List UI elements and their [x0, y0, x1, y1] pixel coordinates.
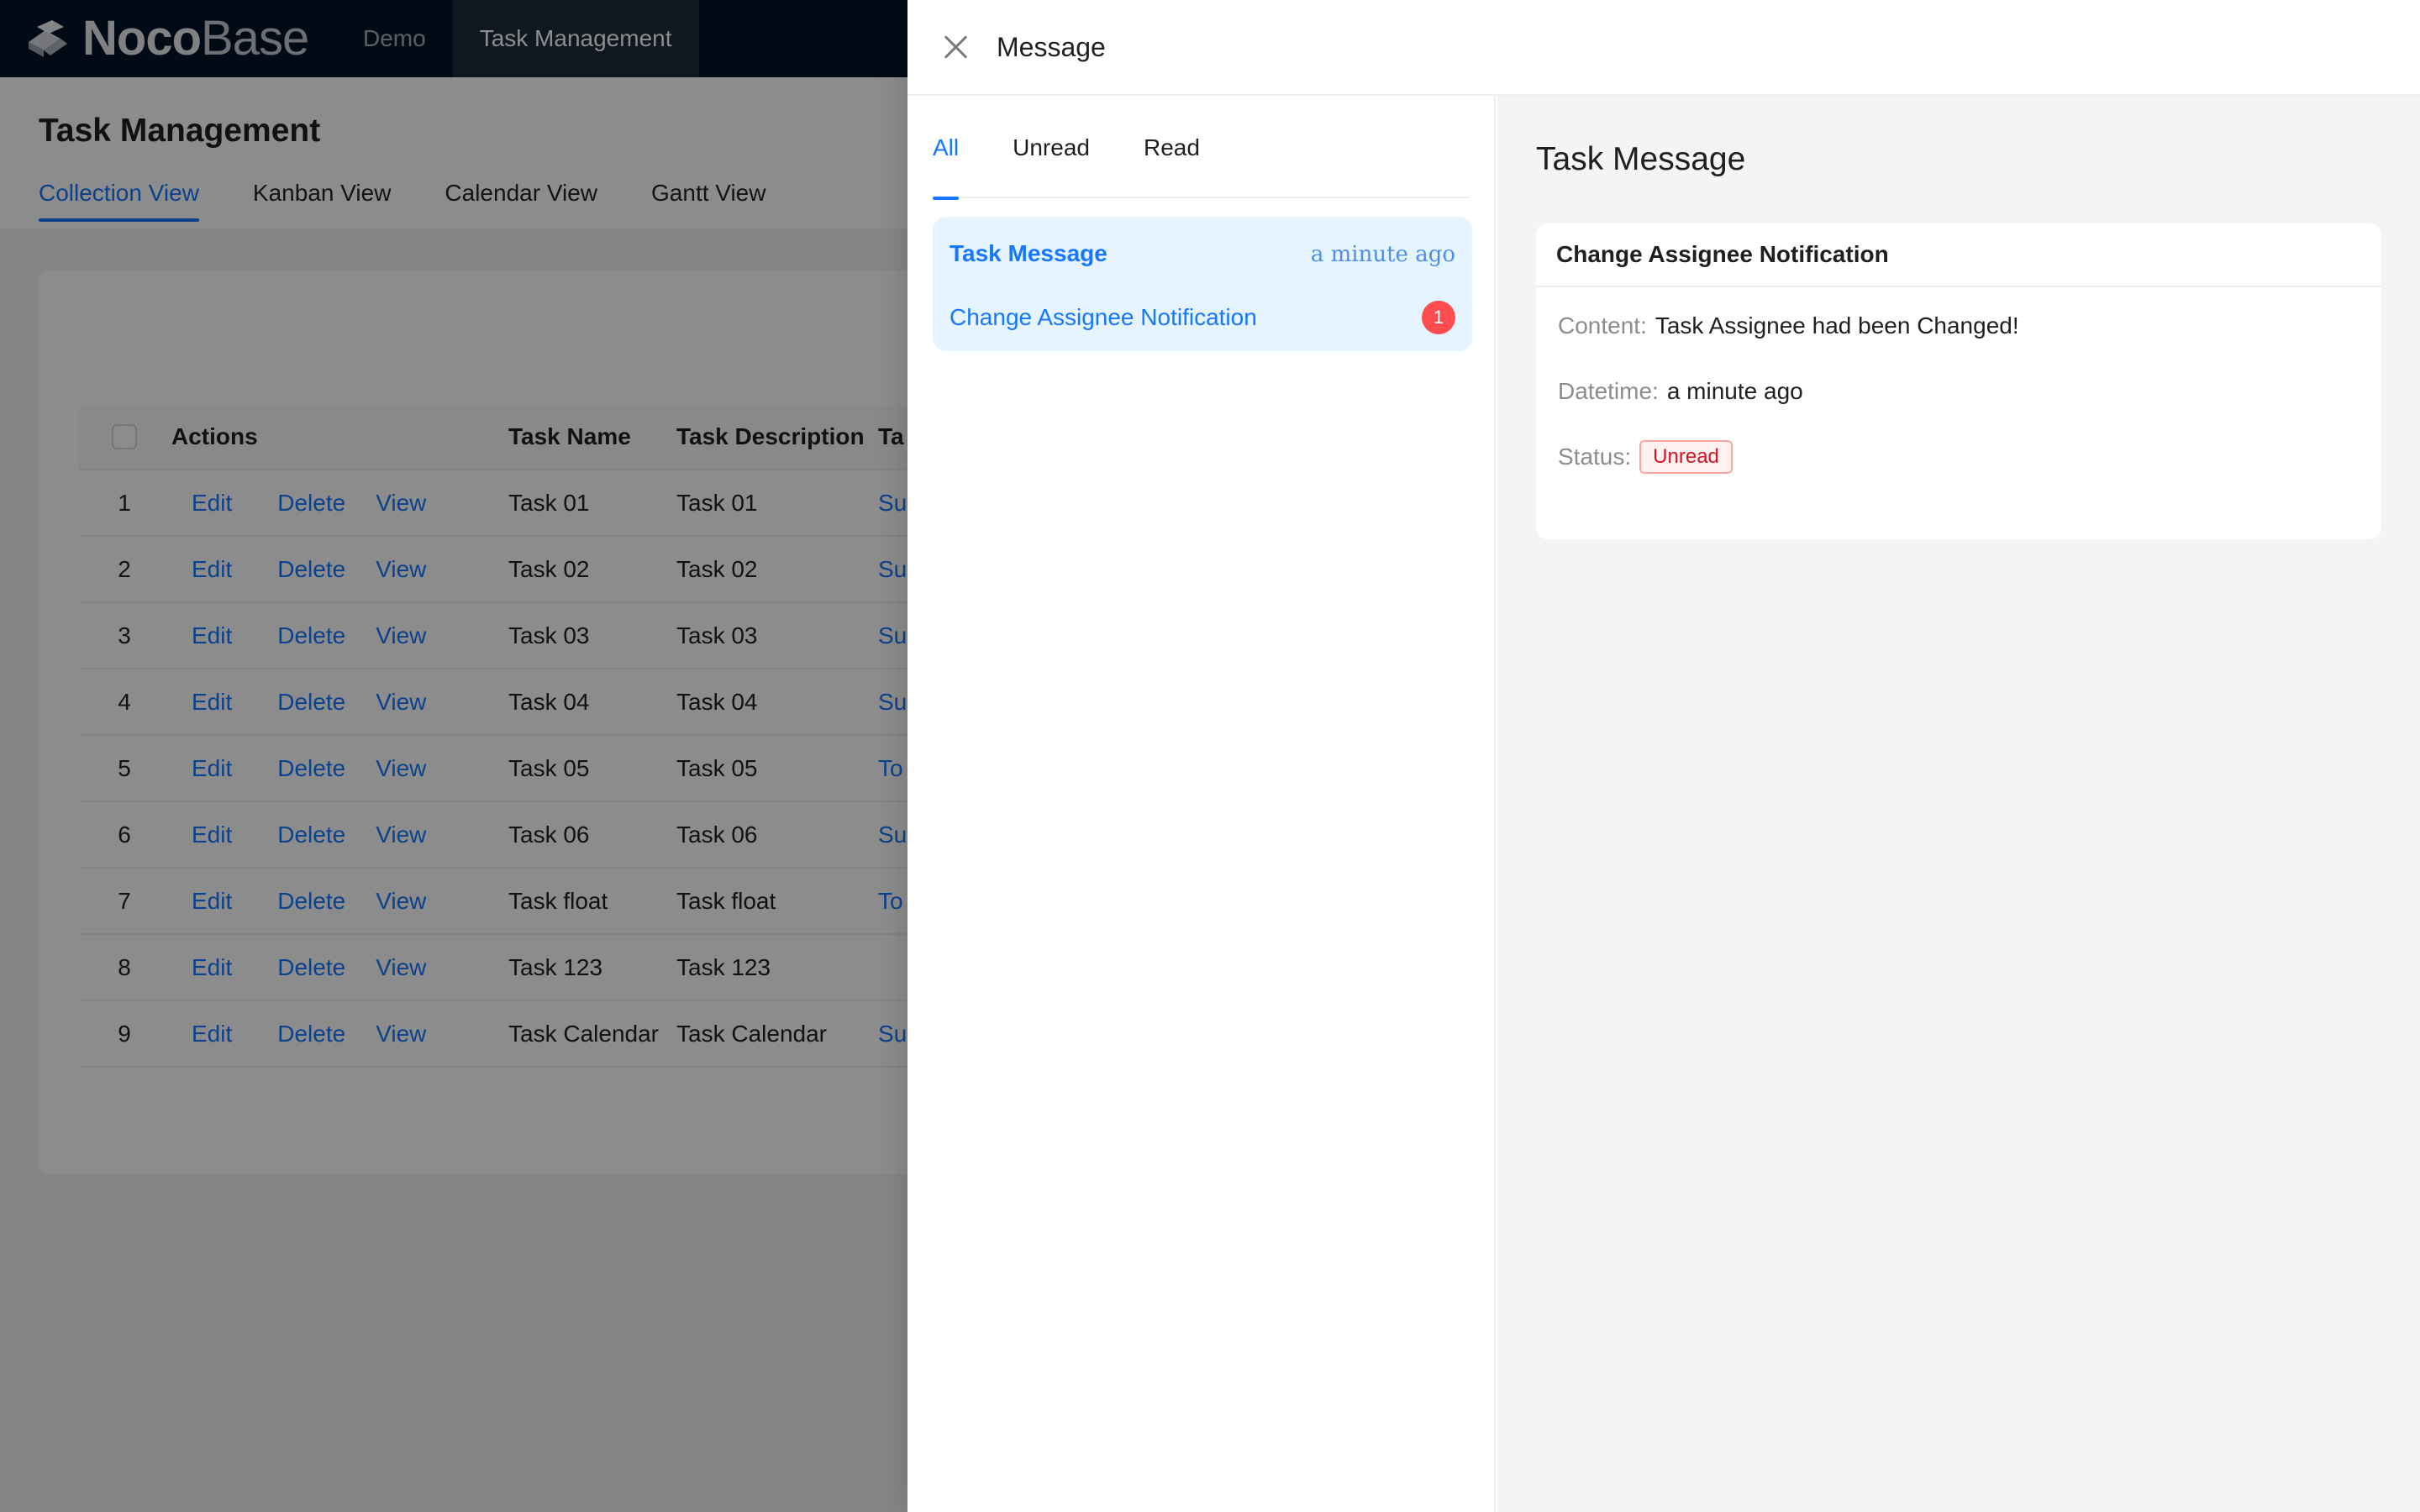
message-item-time: a minute ago: [1310, 242, 1455, 267]
content-value: Task Assignee had been Changed!: [1655, 312, 2019, 339]
content-label: Content:: [1558, 312, 1647, 339]
tab-unread[interactable]: Unread: [1013, 121, 1090, 198]
message-list-pane: All Unread Read Task Message a minute ag…: [908, 96, 1496, 1512]
drawer-header: Message: [908, 0, 2420, 96]
detail-card-title: Change Assignee Notification: [1536, 223, 2381, 287]
content-field: Content: Task Assignee had been Changed!: [1558, 312, 2019, 339]
unread-count-badge: 1: [1422, 301, 1455, 334]
message-drawer: Message All Unread Read Task Message a m…: [908, 0, 2420, 1512]
detail-card: Change Assignee Notification Content: Ta…: [1536, 223, 2381, 539]
message-item-title: Task Message: [950, 240, 1107, 266]
tab-read[interactable]: Read: [1144, 121, 1200, 198]
status-label: Status:: [1558, 444, 1632, 470]
datetime-label: Datetime:: [1558, 378, 1659, 404]
status-field: Status: Unread: [1558, 440, 1733, 474]
tab-all[interactable]: All: [933, 121, 960, 200]
status-badge: Unread: [1639, 440, 1733, 474]
message-list-item[interactable]: Task Message a minute ago Change Assigne…: [933, 217, 1472, 351]
message-filter-tabs: All Unread Read: [933, 121, 1470, 200]
drawer-title: Message: [997, 31, 1106, 62]
message-item-subtitle: Change Assignee Notification: [950, 304, 1257, 330]
datetime-value: a minute ago: [1666, 378, 1803, 404]
close-icon[interactable]: [943, 34, 968, 60]
detail-title: Task Message: [1536, 141, 1746, 177]
datetime-field: Datetime: a minute ago: [1558, 378, 1803, 405]
message-detail-pane: Task Message Change Assignee Notificatio…: [1497, 96, 2420, 1512]
